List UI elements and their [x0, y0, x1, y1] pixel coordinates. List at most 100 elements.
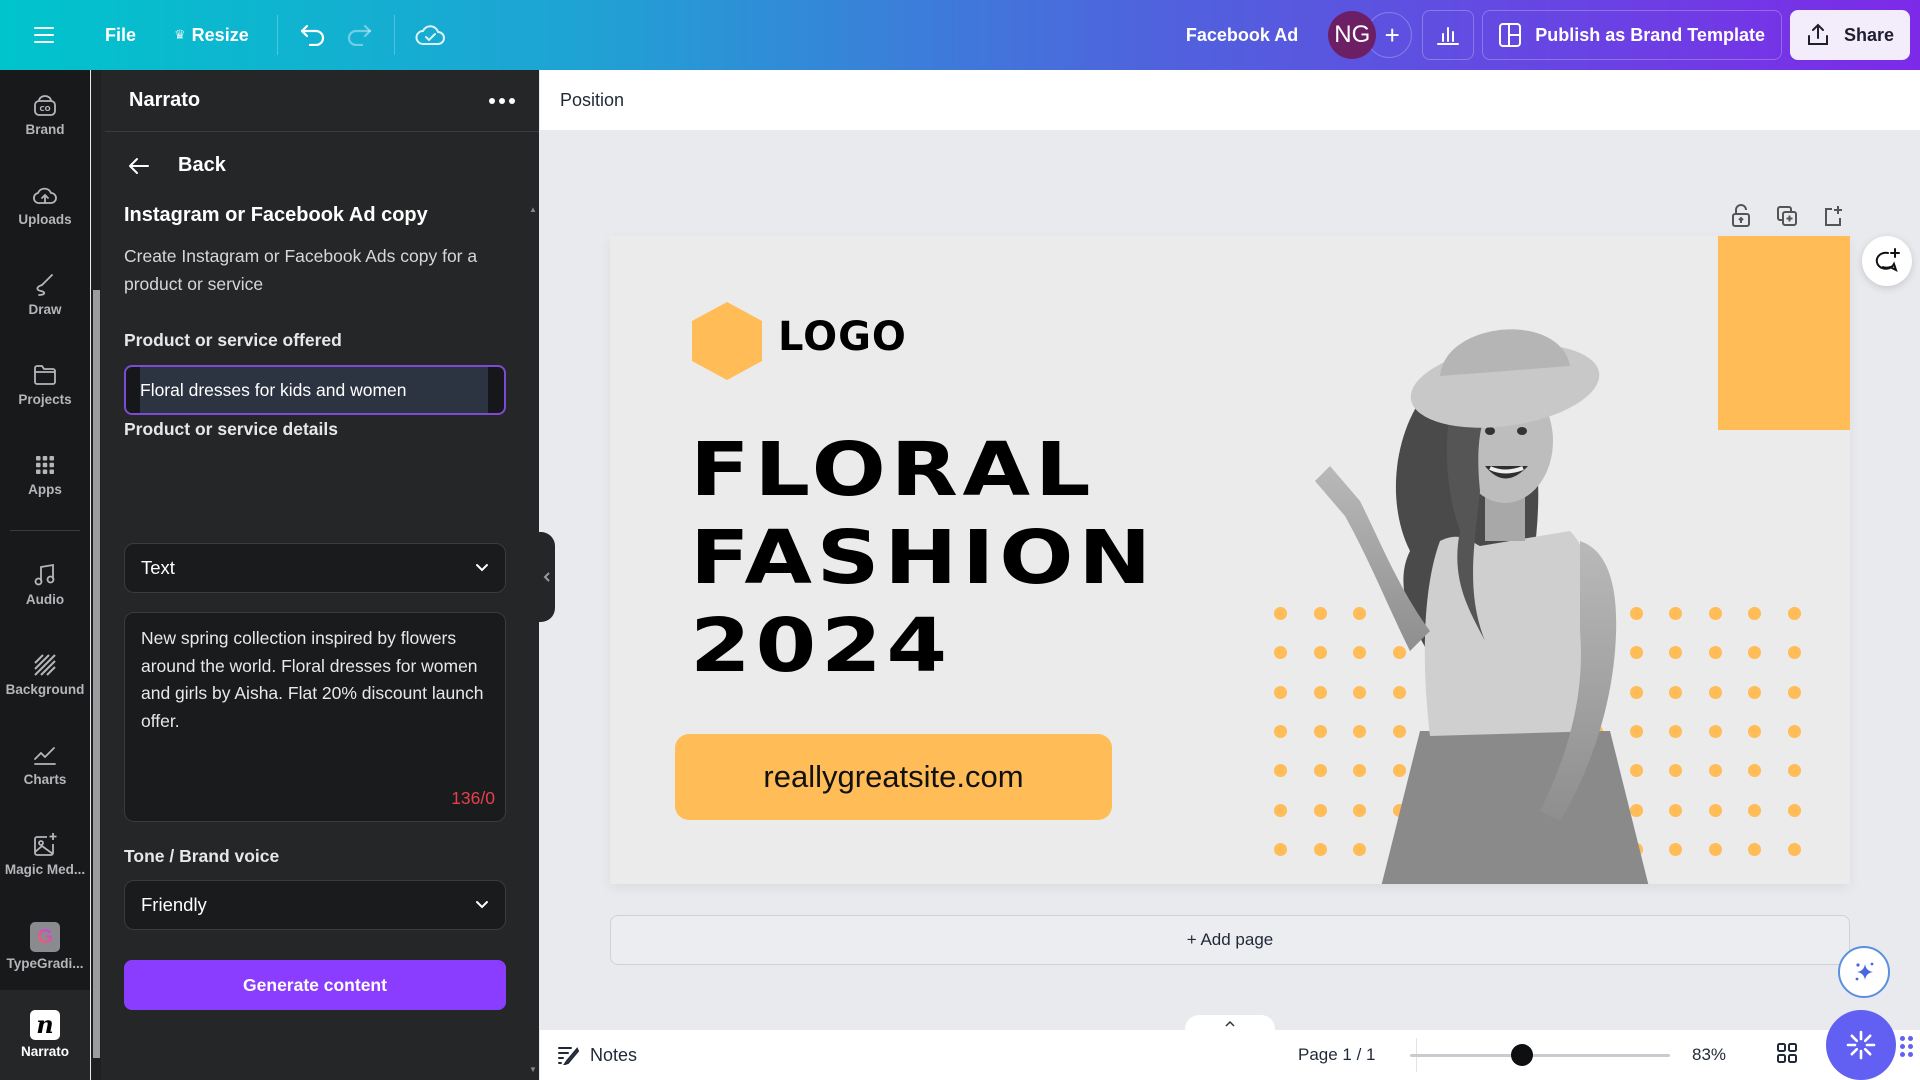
rail-item-audio[interactable]: Audio	[0, 562, 90, 607]
position-button[interactable]: Position	[560, 90, 624, 111]
decorative-dot	[1708, 764, 1722, 778]
cloud-upload-icon	[33, 187, 57, 204]
logo-text[interactable]: LOGO	[778, 314, 907, 360]
rail-item-magic-media[interactable]: Magic Med...	[0, 832, 90, 877]
rail-label: TypeGradi...	[6, 956, 84, 971]
website-pill[interactable]: reallygreatsite.com	[675, 734, 1112, 820]
magic-media-icon	[34, 833, 57, 856]
svg-text:CO: CO	[39, 105, 50, 113]
insights-button[interactable]	[1422, 10, 1475, 60]
rail-item-uploads[interactable]: Uploads	[0, 182, 90, 227]
panel-title: Narrato	[129, 89, 201, 111]
rail-item-projects[interactable]: Projects	[0, 362, 90, 407]
resize-button[interactable]: ♛ Resize	[166, 12, 257, 58]
rail-item-brand[interactable]: CO Brand	[0, 92, 90, 137]
document-title[interactable]: Facebook Ad	[1186, 25, 1298, 46]
decorative-dot	[1787, 646, 1801, 660]
rail-item-charts[interactable]: Charts	[0, 742, 90, 787]
orange-rectangle-shape[interactable]	[1718, 236, 1850, 430]
duplicate-page-button[interactable]	[1770, 199, 1804, 233]
crown-icon: ♛	[174, 27, 186, 42]
add-comment-button[interactable]	[1862, 236, 1912, 286]
pen-draw-icon	[36, 274, 53, 296]
rail-scrollbar[interactable]	[91, 70, 101, 1080]
product-field-label: Product or service offered	[124, 330, 342, 350]
user-avatar[interactable]: NG	[1328, 11, 1377, 59]
page-indicator[interactable]: Page 1 / 1	[1298, 1045, 1376, 1065]
more-options-button[interactable]	[489, 97, 515, 104]
collapse-panel-button[interactable]	[539, 532, 555, 622]
decorative-dot	[1787, 724, 1801, 738]
zoom-percentage[interactable]: 83%	[1692, 1045, 1726, 1065]
model-photo[interactable]	[1270, 291, 1690, 884]
page-tools	[1724, 199, 1850, 233]
decorative-dot	[1787, 764, 1801, 778]
generate-content-button[interactable]: Generate content	[124, 960, 506, 1010]
lock-icon	[1732, 204, 1750, 227]
rail-label: Apps	[28, 482, 62, 497]
product-input[interactable]	[140, 367, 492, 413]
tone-select[interactable]: Friendly	[124, 880, 506, 930]
add-page-icon	[1825, 206, 1842, 226]
hamburger-menu-icon	[34, 27, 54, 43]
file-menu-button[interactable]: File	[97, 12, 144, 58]
context-toolbar: Position	[540, 70, 1920, 130]
details-type-value: Text	[141, 557, 175, 578]
add-new-page-button[interactable]	[1816, 199, 1850, 233]
headline-text[interactable]: FLORAL FASHION 2024	[690, 426, 1156, 690]
character-counter: 136/0	[451, 788, 495, 808]
chevron-down-icon	[476, 564, 488, 572]
zoom-slider[interactable]	[1410, 1040, 1670, 1070]
zoom-slider-thumb[interactable]	[1510, 1044, 1533, 1066]
rail-label: Charts	[23, 772, 67, 787]
back-button[interactable]: Back	[128, 154, 226, 177]
rail-label: Brand	[25, 122, 65, 137]
headline-line: FASHION	[690, 515, 1157, 601]
details-field-label: Product or service details	[124, 419, 338, 439]
decorative-dot	[1748, 724, 1761, 738]
rail-item-background[interactable]: Background	[0, 652, 90, 697]
narrato-app-icon: n	[30, 1010, 60, 1040]
grid-view-icon	[1777, 1042, 1797, 1063]
rail-item-draw[interactable]: Draw	[0, 272, 90, 317]
panel-scroll-up-arrow[interactable]: ▲	[529, 205, 537, 214]
help-menu-icon[interactable]	[1900, 1036, 1913, 1057]
canva-assistant-button[interactable]	[1826, 1010, 1896, 1080]
save-status-button[interactable]	[407, 12, 453, 58]
decorative-dot	[1748, 646, 1761, 660]
rail-label: Projects	[18, 392, 72, 407]
panel-scroll-down-arrow[interactable]: ▼	[529, 1065, 537, 1074]
design-canvas-page[interactable]: LOGO FLORAL FASHION 2024 reallygreatsite…	[610, 236, 1850, 884]
notes-pencil-icon	[558, 1047, 580, 1065]
redo-button[interactable]	[336, 12, 382, 58]
toolbar-divider	[276, 15, 278, 55]
publish-brand-template-button[interactable]: Publish as Brand Template	[1482, 10, 1782, 60]
bar-chart-icon	[1437, 27, 1460, 45]
line-chart-icon	[34, 747, 56, 765]
music-note-icon	[34, 563, 55, 586]
logo-hexagon-shape[interactable]	[690, 301, 764, 381]
headline-line: FLORAL	[690, 427, 1096, 513]
scrollbar-thumb[interactable]	[93, 290, 100, 1058]
more-dot-icon	[489, 97, 495, 104]
lock-page-button[interactable]	[1724, 199, 1758, 233]
main-menu-button[interactable]	[21, 12, 67, 58]
details-textarea[interactable]: New spring collection inspired by flower…	[124, 612, 506, 822]
grid-view-button[interactable]	[1776, 1042, 1798, 1069]
decorative-dot	[1748, 764, 1761, 778]
decorative-dot	[1708, 607, 1722, 620]
rail-item-narrato[interactable]: n Narrato	[0, 1010, 90, 1059]
magic-suggestions-button[interactable]	[1838, 946, 1890, 998]
rail-label: Uploads	[18, 212, 72, 227]
undo-button[interactable]	[290, 12, 336, 58]
details-type-select[interactable]: Text	[124, 543, 506, 593]
rail-item-typegradient[interactable]: G TypeGradi...	[0, 922, 90, 971]
notes-button[interactable]: Notes	[558, 1045, 637, 1066]
share-button[interactable]: Share	[1789, 10, 1910, 60]
decorative-dot	[1787, 803, 1801, 817]
add-page-button[interactable]: + Add page	[610, 915, 1850, 965]
rail-item-apps[interactable]: Apps	[0, 452, 90, 497]
back-label: Back	[178, 154, 226, 176]
more-dot-icon	[509, 97, 515, 104]
rail-label: Magic Med...	[4, 862, 86, 877]
